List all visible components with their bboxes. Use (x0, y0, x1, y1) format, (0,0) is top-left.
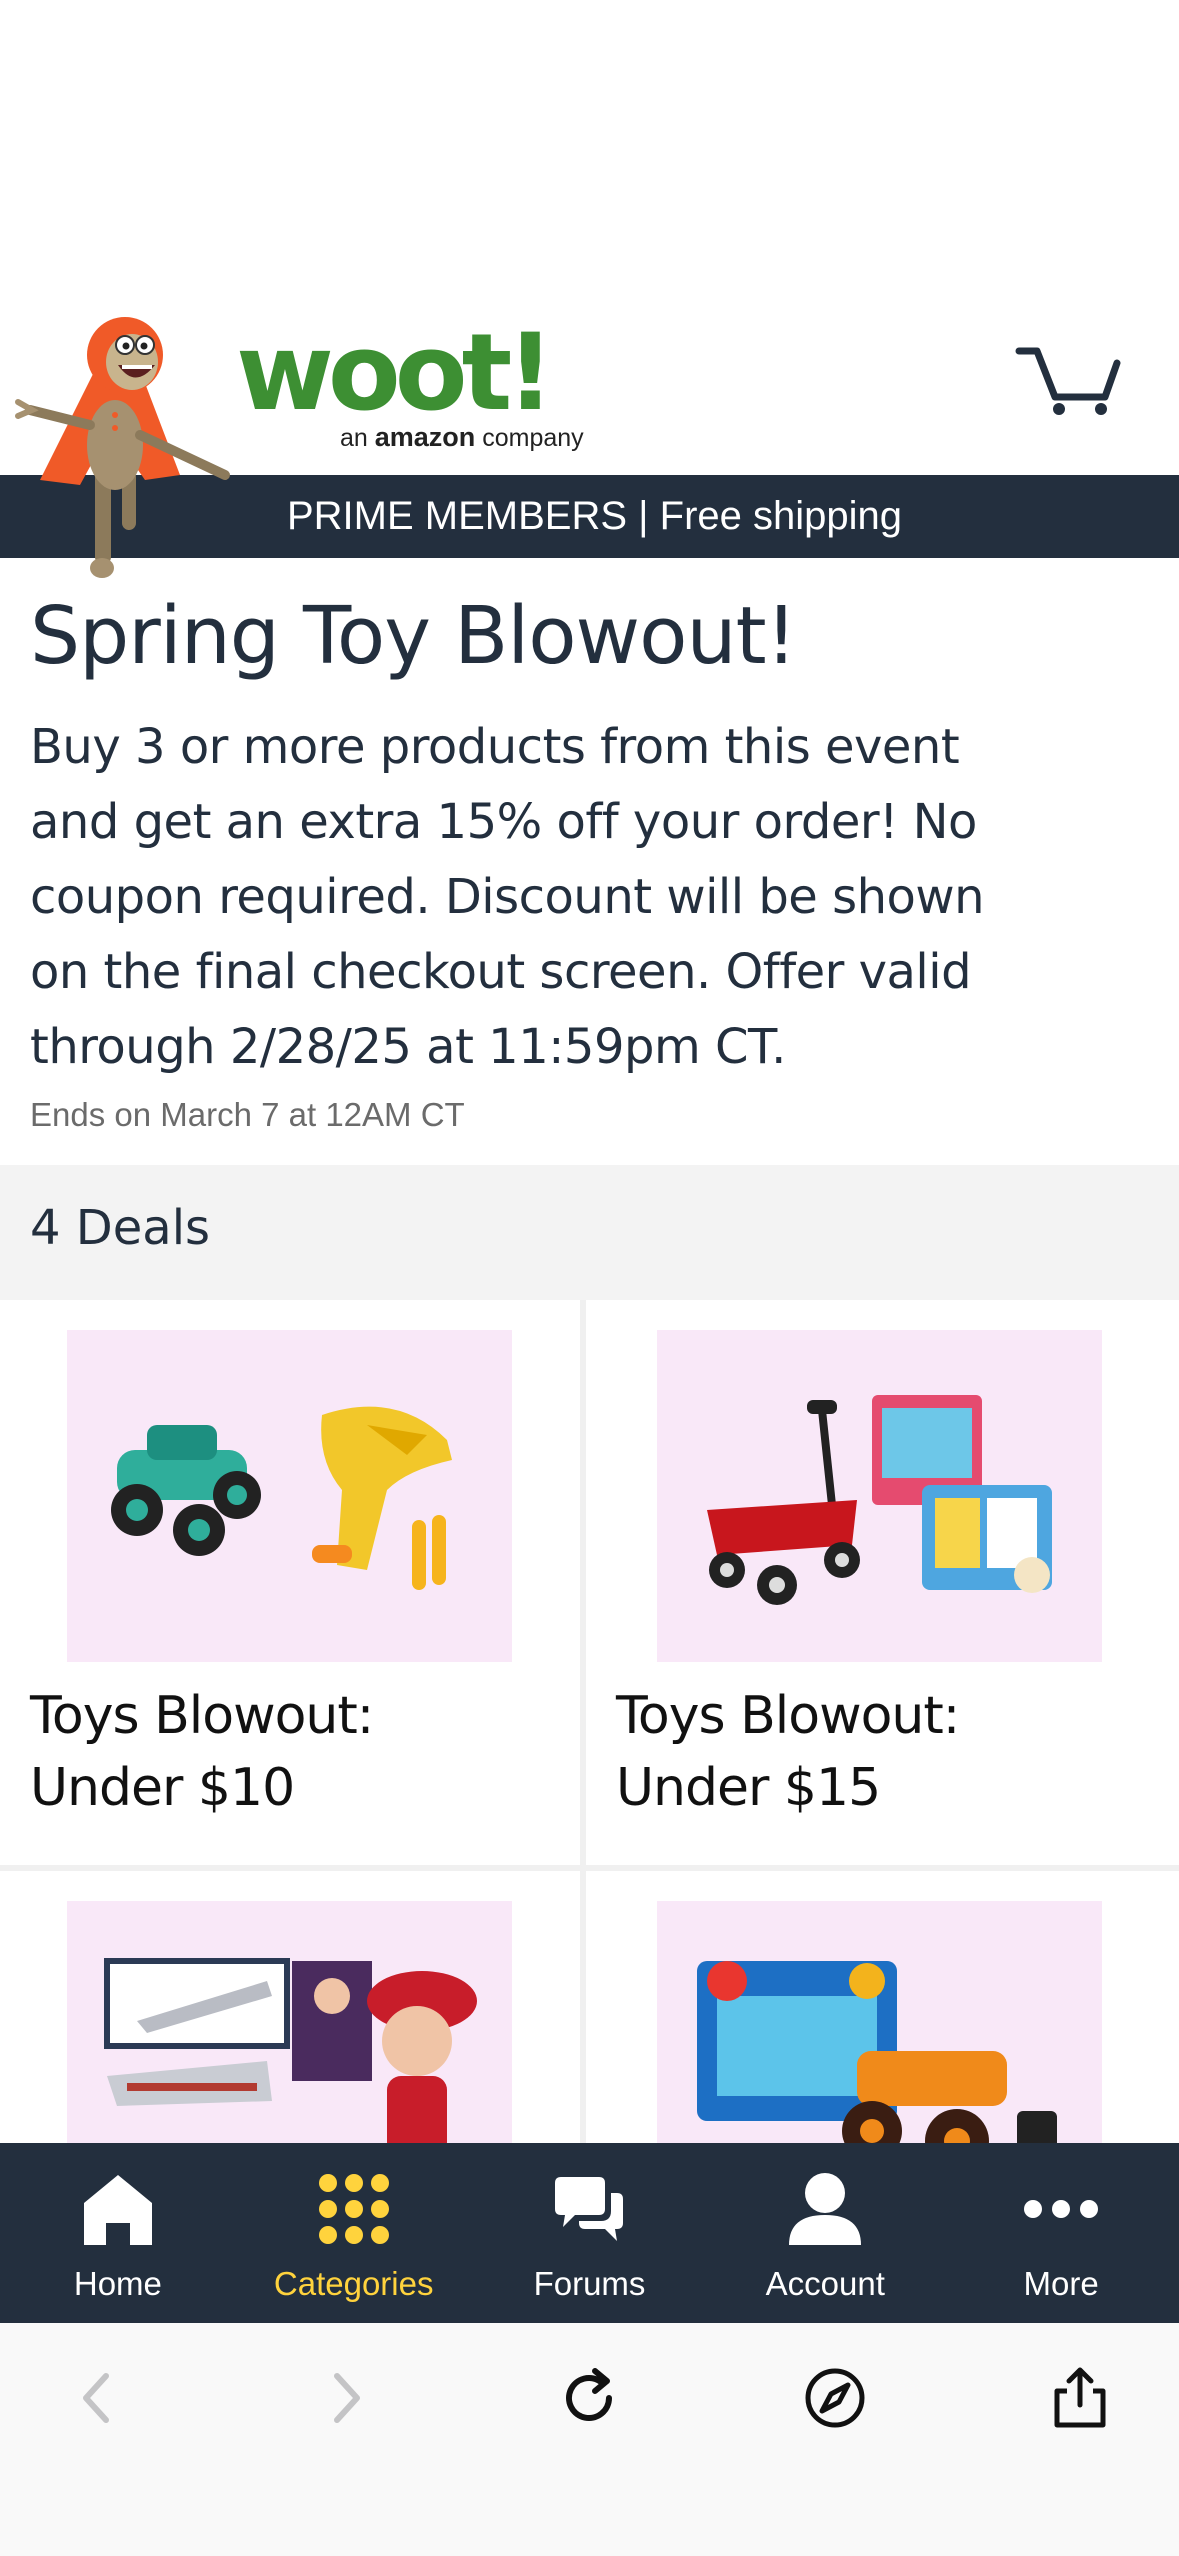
deal-card[interactable]: Toys Blowout: Under $10 (0, 1300, 580, 1865)
tab-label: Categories (273, 2265, 434, 2302)
tab-label: Account (765, 2265, 885, 2302)
deal-card[interactable] (586, 1871, 1179, 2145)
account-icon (789, 2173, 862, 2245)
forums-icon (555, 2177, 624, 2241)
tab-more[interactable]: More (943, 2143, 1179, 2323)
deal-image[interactable] (657, 1901, 1102, 2145)
reload-button[interactable] (550, 2358, 630, 2438)
back-button[interactable] (58, 2358, 138, 2438)
forward-icon (334, 2373, 360, 2423)
forward-button[interactable] (305, 2358, 385, 2438)
deal-image[interactable] (67, 1330, 512, 1662)
event-end-time: Ends on March 7 at 12AM CT (30, 1096, 465, 1133)
tab-label: Forums (533, 2265, 646, 2302)
logo-wordmark: woot! (236, 311, 555, 434)
tab-label: Home (73, 2265, 162, 2302)
share-icon (1054, 2367, 1106, 2428)
woot-logo[interactable]: woot! an amazon company (236, 311, 584, 458)
logo-tagline: an amazon company (340, 422, 584, 452)
mascot-monkey-icon (15, 317, 230, 578)
share-button[interactable] (1040, 2358, 1120, 2438)
browser-toolbar (0, 2323, 1179, 2556)
deal-grid: Toys Blowout: Under $10 Toys Blowout: Un… (0, 1300, 1179, 2145)
compass-icon (805, 2368, 865, 2428)
deals-count: 4 Deals (30, 1200, 211, 1256)
deal-card[interactable]: Toys Blowout: Under $15 (586, 1300, 1179, 1865)
tab-home[interactable]: Home (0, 2143, 236, 2323)
home-icon (83, 2175, 152, 2245)
deal-card[interactable] (0, 1871, 580, 2145)
bottom-tab-bar: Home Categories Forums Account More (0, 2143, 1179, 2323)
cart-icon[interactable] (1015, 345, 1121, 417)
tab-forums[interactable]: Forums (472, 2143, 708, 2323)
page-title: Spring Toy Blowout! (30, 590, 797, 682)
reload-icon (566, 2368, 612, 2421)
tab-label: More (1023, 2265, 1099, 2302)
deal-title[interactable]: Toys Blowout: Under $15 (616, 1680, 1036, 1824)
deal-image[interactable] (67, 1901, 512, 2145)
deal-image[interactable] (657, 1330, 1102, 1662)
categories-icon (318, 2174, 389, 2244)
more-icon (1024, 2200, 1099, 2218)
tab-categories[interactable]: Categories (236, 2143, 472, 2323)
back-icon (83, 2373, 109, 2423)
compass-button[interactable] (795, 2358, 875, 2438)
event-description: Buy 3 or more products from this event a… (30, 719, 985, 1075)
deal-title[interactable]: Toys Blowout: Under $10 (30, 1680, 450, 1824)
tab-account[interactable]: Account (707, 2143, 943, 2323)
